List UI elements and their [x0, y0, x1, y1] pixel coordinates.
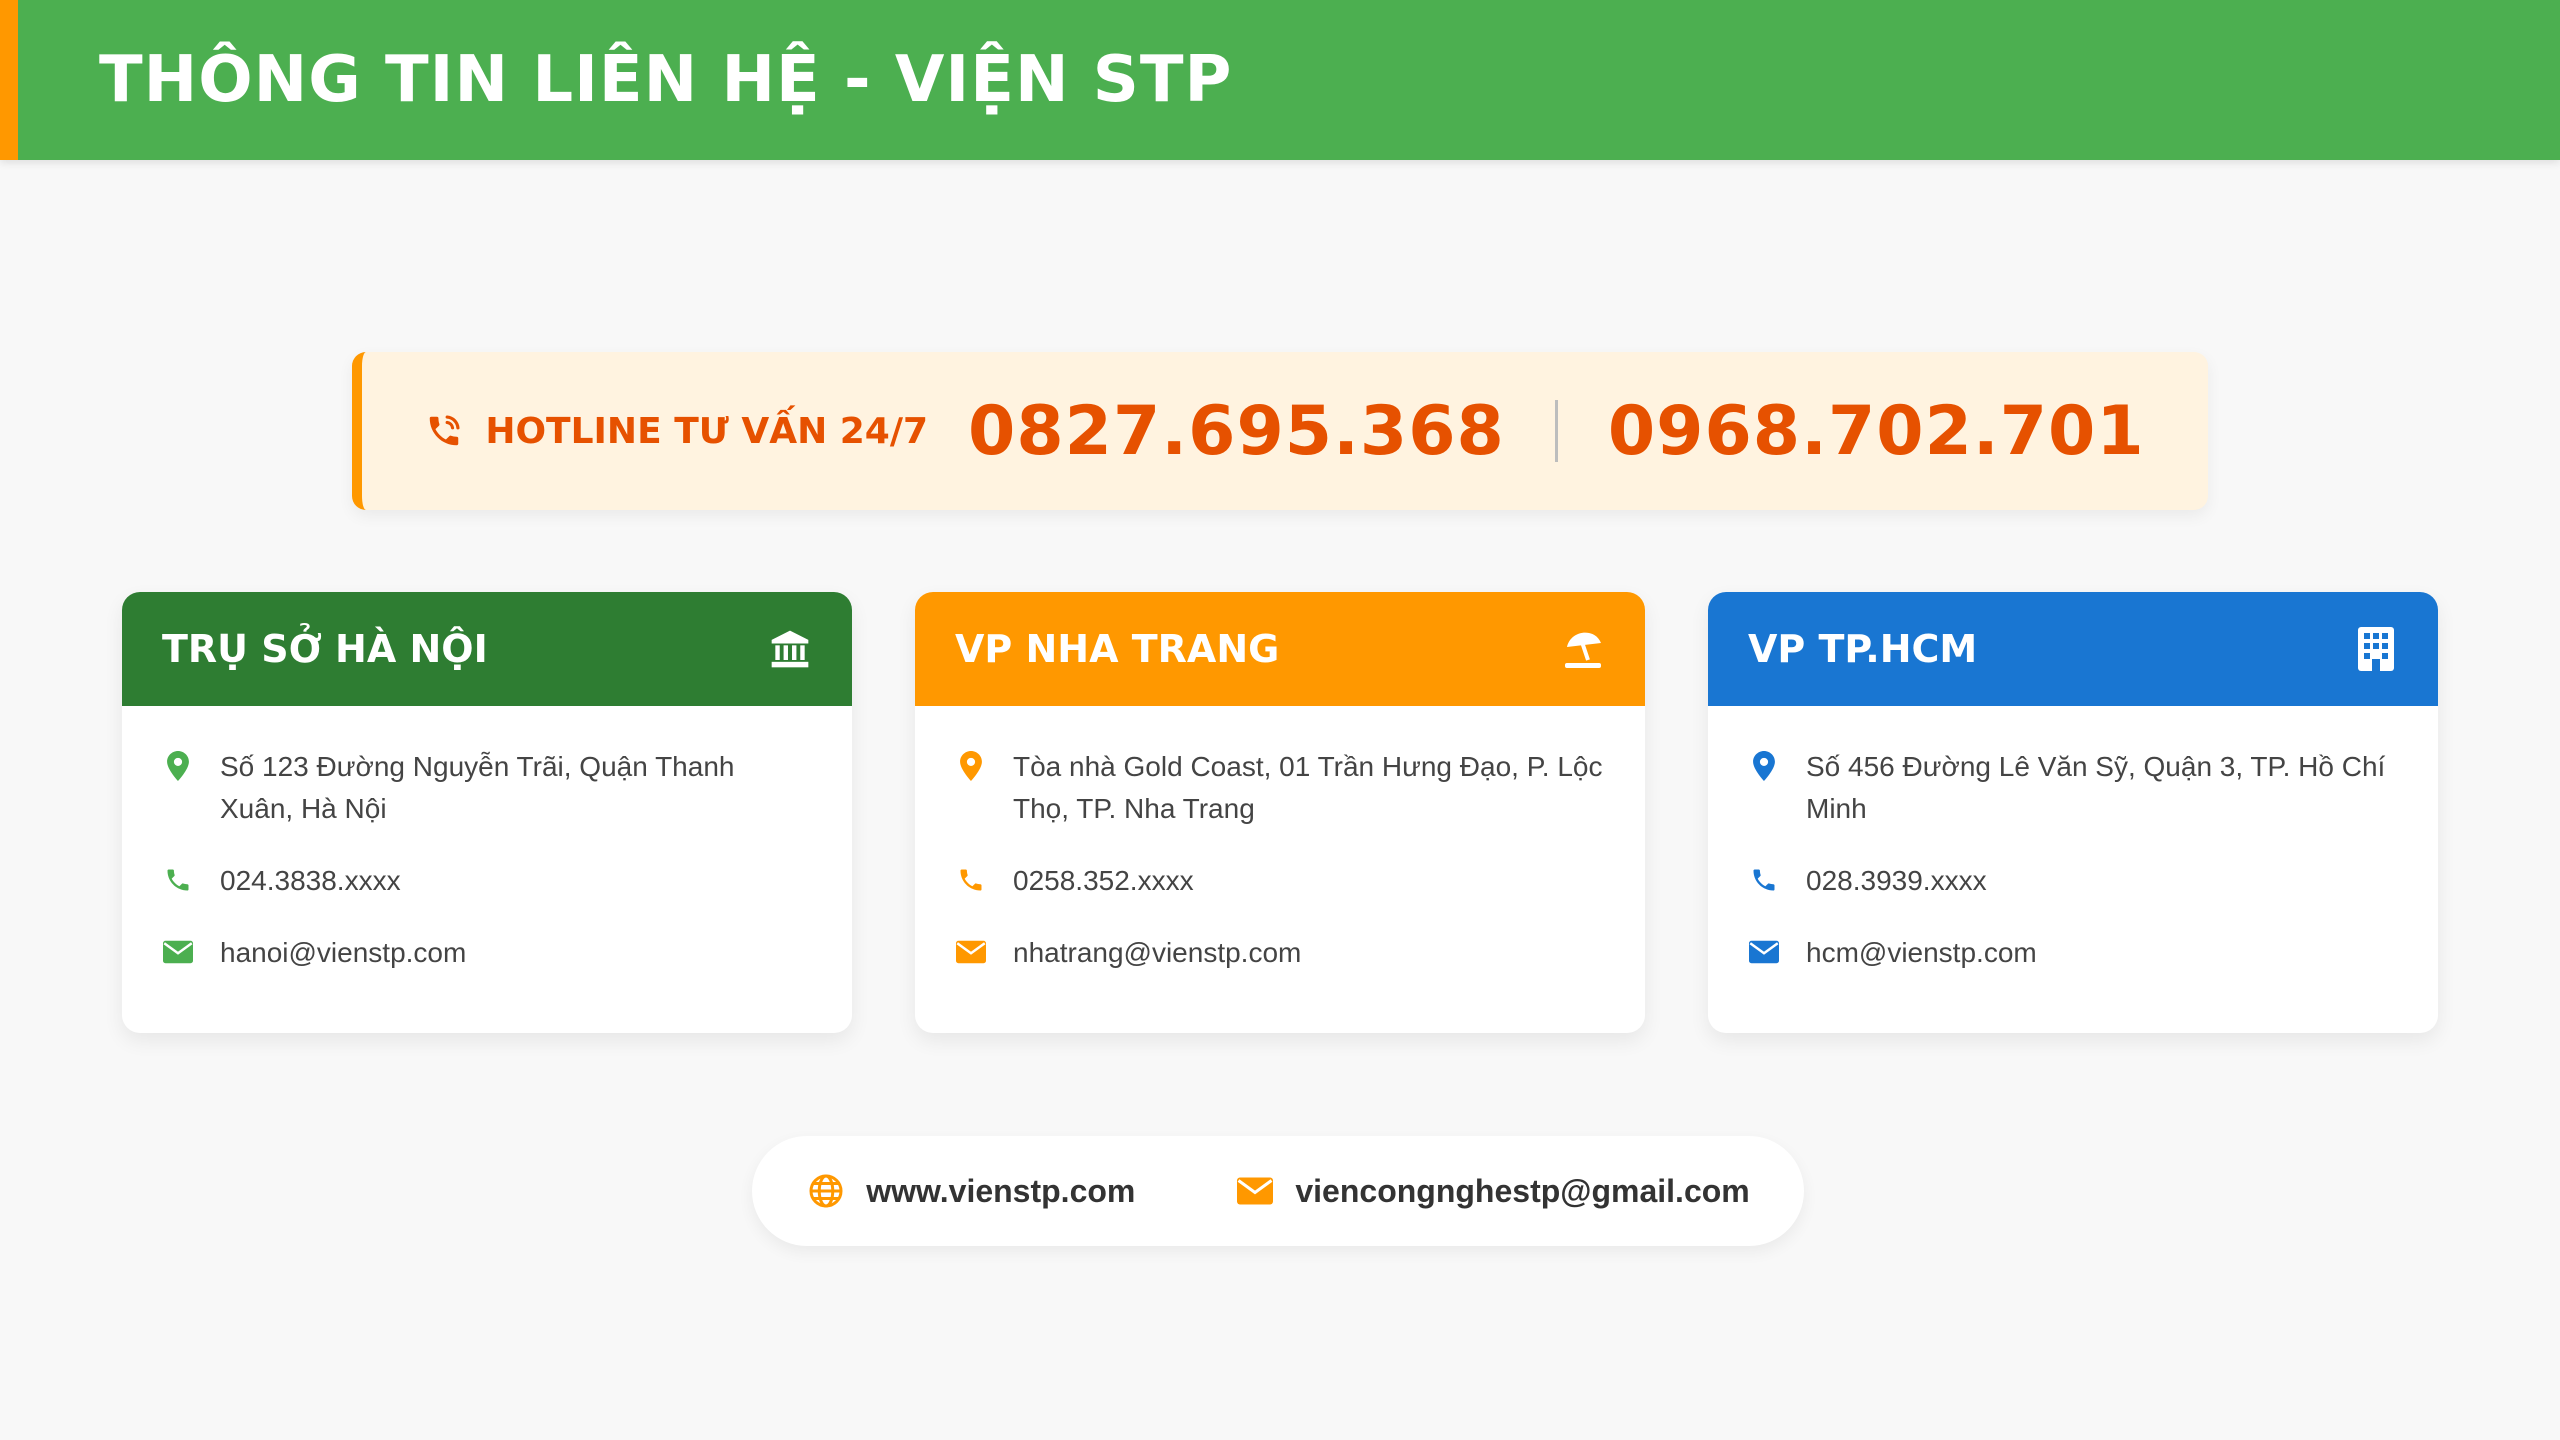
envelope-icon: [1746, 934, 1782, 970]
office-card-hanoi: TRỤ SỞ HÀ NỘI Số 123 Đường Nguyễn Trãi, …: [122, 592, 852, 1033]
office-phone[interactable]: 0258.352.xxxx: [1013, 860, 1194, 902]
umbrella-beach-icon: [1559, 625, 1607, 673]
office-phone[interactable]: 024.3838.xxxx: [220, 860, 401, 902]
office-address-row: Tòa nhà Gold Coast, 01 Trần Hưng Đạo, P.…: [953, 746, 1605, 830]
office-card-header: VP TP.HCM: [1708, 592, 2438, 706]
office-title: VP NHA TRANG: [955, 627, 1280, 671]
office-phone-row: 0258.352.xxxx: [953, 860, 1605, 902]
envelope-icon: [160, 934, 196, 970]
page-title: THÔNG TIN LIÊN HỆ - VIỆN STP: [99, 43, 1233, 117]
envelope-icon: [953, 934, 989, 970]
footer-contact-pill: www.vienstp.com viencongnghestp@gmail.co…: [752, 1136, 1804, 1246]
office-email[interactable]: nhatrang@vienstp.com: [1013, 932, 1301, 974]
map-marker-icon: [953, 748, 989, 784]
footer-email-text[interactable]: viencongnghestp@gmail.com: [1295, 1173, 1749, 1210]
office-card-hcm: VP TP.HCM Số 456 Đường Lê Văn Sỹ, Quận 3…: [1708, 592, 2438, 1033]
phone-volume-icon: [425, 411, 465, 451]
office-address: Số 456 Đường Lê Văn Sỹ, Quận 3, TP. Hồ C…: [1806, 751, 2386, 824]
footer-website[interactable]: www.vienstp.com: [806, 1171, 1135, 1211]
office-card-nhatrang: VP NHA TRANG Tòa nhà Gold Coast, 01 Trần…: [915, 592, 1645, 1033]
office-phone-row: 024.3838.xxxx: [160, 860, 812, 902]
office-email-row: nhatrang@vienstp.com: [953, 932, 1605, 974]
globe-icon: [806, 1171, 846, 1211]
footer-email[interactable]: viencongnghestp@gmail.com: [1235, 1171, 1750, 1211]
hotline-label: HOTLINE TƯ VẤN 24/7: [485, 410, 929, 452]
office-email[interactable]: hanoi@vienstp.com: [220, 932, 466, 974]
hotline-number-2[interactable]: 0968.702.701: [1608, 392, 2145, 471]
office-title: TRỤ SỞ HÀ NỘI: [162, 627, 488, 671]
office-address-row: Số 123 Đường Nguyễn Trãi, Quận Thanh Xuâ…: [160, 746, 812, 830]
envelope-icon: [1235, 1171, 1275, 1211]
office-card-header: VP NHA TRANG: [915, 592, 1645, 706]
building-icon: [2352, 625, 2400, 673]
phone-icon: [953, 862, 989, 898]
header-accent-bar: [0, 0, 18, 160]
office-address: Số 123 Đường Nguyễn Trãi, Quận Thanh Xuâ…: [220, 751, 735, 824]
office-email-row: hcm@vienstp.com: [1746, 932, 2398, 974]
office-card-header: TRỤ SỞ HÀ NỘI: [122, 592, 852, 706]
office-address: Tòa nhà Gold Coast, 01 Trần Hưng Đạo, P.…: [1013, 751, 1603, 824]
hotline-banner: HOTLINE TƯ VẤN 24/7 0827.695.368 0968.70…: [352, 352, 2208, 510]
landmark-icon: [766, 625, 814, 673]
phone-icon: [1746, 862, 1782, 898]
office-email-row: hanoi@vienstp.com: [160, 932, 812, 974]
hotline-divider: [1554, 400, 1558, 462]
office-email[interactable]: hcm@vienstp.com: [1806, 932, 2037, 974]
office-phone-row: 028.3939.xxxx: [1746, 860, 2398, 902]
map-marker-icon: [1746, 748, 1782, 784]
map-marker-icon: [160, 748, 196, 784]
office-phone[interactable]: 028.3939.xxxx: [1806, 860, 1987, 902]
page-header: THÔNG TIN LIÊN HỆ - VIỆN STP: [0, 0, 2560, 160]
footer-website-text[interactable]: www.vienstp.com: [866, 1173, 1135, 1210]
phone-icon: [160, 862, 196, 898]
office-address-row: Số 456 Đường Lê Văn Sỹ, Quận 3, TP. Hồ C…: [1746, 746, 2398, 830]
office-title: VP TP.HCM: [1748, 627, 1978, 671]
hotline-number-1[interactable]: 0827.695.368: [968, 392, 1505, 471]
